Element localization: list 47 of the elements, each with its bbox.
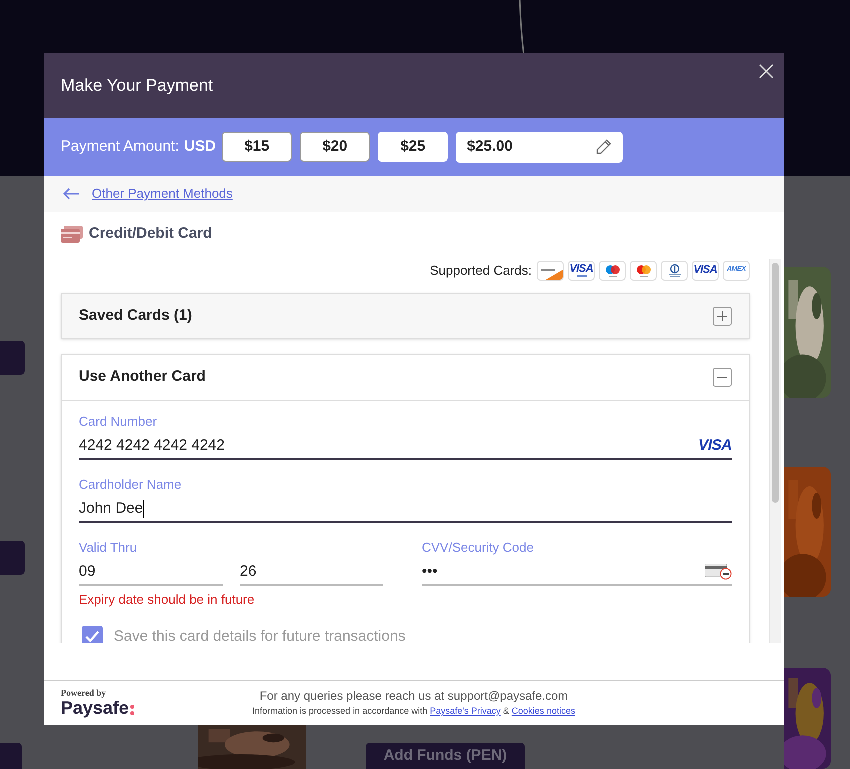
amount-input[interactable]: $25.00	[456, 132, 624, 162]
pencil-icon	[596, 139, 612, 155]
back-arrow-icon[interactable]	[63, 188, 80, 200]
amount-label: Payment Amount:	[61, 136, 180, 157]
saved-cards-panel[interactable]: Saved Cards (1)	[61, 293, 750, 339]
amount-preset-button[interactable]: $25	[378, 132, 448, 162]
mastercard-logo-icon	[630, 260, 657, 280]
currency-label: USD	[184, 136, 216, 157]
scrollbar-thumb[interactable]	[772, 263, 779, 503]
expiry-month-field[interactable]: 09	[79, 560, 223, 586]
card-number-field[interactable]: 4242 4242 4242 4242 VISA	[79, 434, 732, 460]
credit-card-icon	[61, 226, 83, 242]
discover-logo-icon	[537, 260, 564, 280]
cardholder-name-field[interactable]: John Dee	[79, 497, 732, 523]
field-label: Cardholder Name	[79, 477, 182, 492]
other-payment-methods-link[interactable]: Other Payment Methods	[92, 184, 233, 204]
amount-preset-button[interactable]: $20	[300, 132, 370, 162]
privacy-link[interactable]: Paysafe's Privacy	[430, 706, 501, 716]
powered-by-label: Powered by	[61, 688, 108, 698]
diners-logo-icon	[661, 260, 688, 280]
close-icon[interactable]	[759, 64, 774, 79]
amount-preset-button[interactable]: $15	[222, 132, 292, 162]
maestro-logo-icon	[599, 260, 626, 280]
section-title: Credit/Debit Card	[89, 224, 212, 244]
card-back-icon	[705, 564, 732, 580]
checkbox[interactable]	[82, 626, 103, 643]
collapse-icon[interactable]	[713, 368, 732, 387]
panel-title: Use Another Card	[79, 367, 206, 388]
panel-title: Saved Cards (1)	[79, 306, 192, 326]
modal-title: Make Your Payment	[61, 74, 214, 97]
field-label: Valid Thru	[79, 540, 138, 555]
field-label: CVV/Security Code	[422, 540, 534, 555]
error-message: Expiry date should be in future	[79, 591, 256, 609]
paysafe-logo: Paysafe	[61, 698, 221, 718]
save-card-label: Save this card details for future transactions	[114, 626, 406, 643]
supported-cards-label: Supported Cards:	[430, 262, 532, 280]
cvv-field[interactable]: •••	[422, 560, 732, 586]
visa-logo-icon: VISA	[568, 260, 595, 280]
expiry-year-field[interactable]: 26	[240, 560, 383, 586]
cookies-link[interactable]: Cookies notices	[512, 706, 576, 716]
privacy-notice: Information is processed in accordance with Paysafe's Privacy & Cookies notices	[252, 705, 576, 718]
visa-logo-icon: VISA	[698, 434, 732, 458]
support-text: For any queries please reach us at support@paysafe.com	[260, 688, 568, 706]
field-label: Card Number	[79, 414, 158, 429]
visa-logo-icon: VISA	[692, 260, 719, 280]
cable-drawing	[518, 0, 526, 55]
expand-icon[interactable]	[713, 306, 732, 326]
